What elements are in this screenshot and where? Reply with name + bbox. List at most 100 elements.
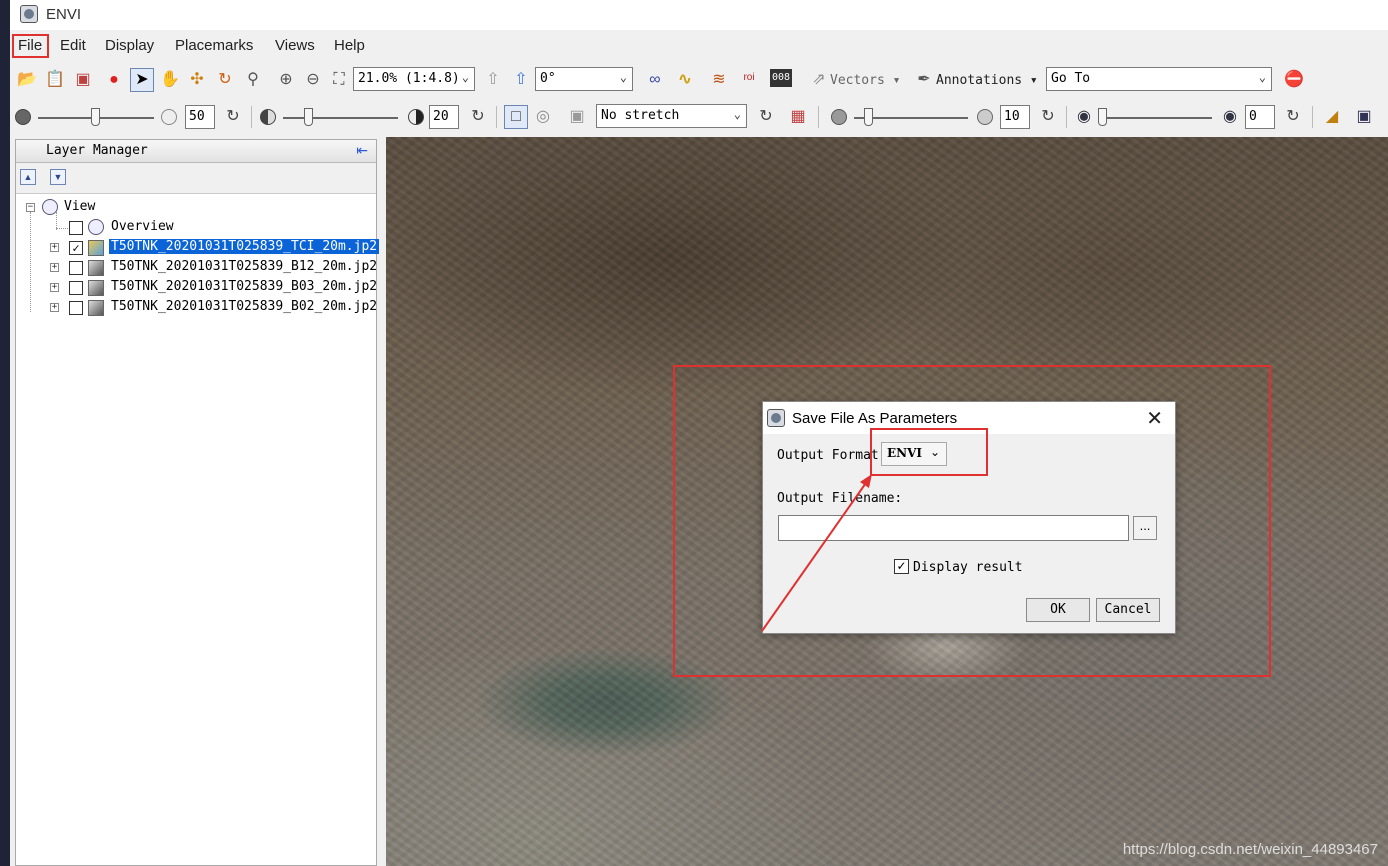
sharpen-input[interactable]: 10 — [1000, 105, 1030, 129]
pixel-counter-icon[interactable]: 008 — [770, 69, 792, 87]
zoom-icon[interactable]: ⚲ — [242, 69, 264, 91]
watermark-text: https://blog.csdn.net/weixin_44893467 — [1122, 841, 1378, 858]
transparency-slider[interactable] — [1098, 108, 1107, 126]
zoom-full-icon[interactable]: ⛶ — [328, 69, 350, 91]
layer-tree: − View Overview + ✓ T50TNK_20201031T0258… — [16, 194, 380, 864]
spectral-profile-icon[interactable]: ∿ — [674, 69, 696, 91]
annotations-icon[interactable]: ✒ — [913, 69, 935, 91]
stretch-reset-icon[interactable]: ↻ — [755, 106, 777, 128]
menu-bar: File Edit Display Placemarks Views Help — [10, 33, 1388, 59]
ok-button[interactable]: OK — [1026, 598, 1090, 622]
vector-create-icon[interactable]: ∞ — [644, 69, 666, 91]
annotations-menu[interactable]: Annotations ▾ — [936, 73, 1038, 88]
browse-button[interactable]: ... — [1133, 516, 1157, 540]
layer-checkbox[interactable] — [69, 281, 83, 295]
zoom-in-icon[interactable]: ⊕ — [275, 69, 297, 91]
separator — [1312, 106, 1313, 128]
layer-manager-header: Layer Manager ⇤ — [16, 140, 376, 163]
chart-icon[interactable]: ≋ — [708, 69, 730, 91]
layer-checkbox[interactable]: ✓ — [69, 241, 83, 255]
expand-icon[interactable]: + — [50, 243, 59, 252]
chevron-down-icon: ⌄ — [619, 70, 627, 84]
menu-help[interactable]: Help — [334, 37, 365, 54]
select-arrow-icon[interactable]: ➤ — [130, 68, 154, 92]
menu-display[interactable]: Display — [105, 37, 154, 54]
rgb-layer-icon — [88, 240, 104, 256]
collapse-icon[interactable]: − — [26, 203, 35, 212]
stretch-lock-icon[interactable]: ▣ — [566, 106, 588, 128]
layer-manager-buttons: ▲ ▼ — [16, 163, 376, 194]
display-toolbar: 50 ↻ 20 ↻ □ ◎ ▣ No stretch ⌄ ↻ ▦ 10 ↻ ◉ … — [10, 101, 1388, 133]
sharpen-slider[interactable] — [864, 108, 873, 126]
vectors-icon[interactable]: ⇗ — [808, 69, 830, 91]
separator — [818, 106, 819, 128]
layer-row[interactable]: + T50TNK_20201031T025839_B03_20m.jp2 — [16, 278, 377, 298]
menu-edit[interactable]: Edit — [60, 37, 86, 54]
roi-icon[interactable]: roi — [738, 67, 760, 89]
image-view-icon[interactable]: ▣ — [1353, 106, 1375, 128]
contrast-slider[interactable] — [304, 108, 313, 126]
envi-logo-icon — [767, 409, 785, 427]
clipboard-icon[interactable]: 📋 — [44, 69, 66, 91]
envi-window: ENVI File Edit Display Placemarks Views … — [10, 0, 1388, 866]
brightness-slider[interactable] — [91, 108, 100, 126]
stretch-value: No stretch — [601, 108, 680, 123]
layer-name: T50TNK_20201031T025839_B12_20m.jp2 — [111, 259, 378, 274]
cancel-button[interactable]: Cancel — [1096, 598, 1160, 622]
move-layer-down-button[interactable]: ▼ — [50, 169, 66, 185]
stretch-select[interactable]: No stretch ⌄ — [596, 104, 747, 128]
goto-value: Go To — [1051, 71, 1091, 86]
stretch-view-icon[interactable]: ◎ — [532, 106, 554, 128]
output-filename-input[interactable] — [778, 515, 1129, 541]
contrast-input[interactable]: 20 — [429, 105, 459, 129]
stop-icon[interactable]: ⛔ — [1283, 69, 1305, 91]
color-table-icon[interactable]: ▦ — [787, 106, 809, 128]
layer-row[interactable]: + ✓ T50TNK_20201031T025839_TCI_20m.jp2 — [16, 238, 380, 258]
pan-hand-icon[interactable]: ✋ — [159, 69, 181, 91]
sharpen-reset-icon[interactable]: ↻ — [1037, 106, 1059, 128]
rotate-right-icon[interactable]: ⇧ — [510, 69, 532, 91]
goto-select[interactable]: Go To ⌄ — [1046, 67, 1272, 91]
layer-name: T50TNK_20201031T025839_TCI_20m.jp2 — [109, 239, 380, 254]
move-layer-up-button[interactable]: ▲ — [20, 169, 36, 185]
sharpen-high-icon — [977, 109, 993, 125]
pin-panel-icon[interactable]: ⇤ — [356, 142, 368, 159]
menu-views[interactable]: Views — [275, 37, 315, 54]
expand-icon[interactable]: + — [50, 283, 59, 292]
zoom-level-select[interactable]: 21.0% (1:4.8) ⌄ — [353, 67, 475, 91]
layer-checkbox[interactable] — [69, 301, 83, 315]
layer-row[interactable]: + T50TNK_20201031T025839_B02_20m.jp2 — [16, 298, 377, 318]
tree-row-overview[interactable]: Overview — [16, 218, 376, 238]
menu-placemarks[interactable]: Placemarks — [175, 37, 253, 54]
tree-root-view[interactable]: − View — [16, 198, 376, 218]
rotate-left-icon[interactable]: ⇧ — [482, 69, 504, 91]
rotation-select[interactable]: 0° ⌄ — [535, 67, 633, 91]
brightness-dark-icon — [15, 109, 31, 125]
transparency-input[interactable]: 0 — [1245, 105, 1275, 129]
layer-checkbox[interactable] — [69, 261, 83, 275]
expand-icon[interactable]: + — [50, 303, 59, 312]
chevron-down-icon: ⌄ — [1258, 70, 1266, 84]
chevron-down-icon: ⌄ — [461, 70, 469, 84]
tree-line — [56, 228, 68, 229]
zoom-level-value: 21.0% (1:4.8) — [358, 71, 460, 86]
brightness-reset-icon[interactable]: ↻ — [222, 106, 244, 128]
overview-checkbox[interactable] — [69, 221, 83, 235]
open-folder-icon[interactable]: 📂 — [16, 69, 38, 91]
zoom-out-icon[interactable]: ⊖ — [302, 69, 324, 91]
transparency-reset-icon[interactable]: ↻ — [1282, 106, 1304, 128]
fly-icon[interactable]: ✣ — [186, 69, 208, 91]
vectors-menu[interactable]: Vectors ▾ — [830, 73, 900, 88]
rotate-icon[interactable]: ↻ — [214, 69, 236, 91]
contrast-reset-icon[interactable]: ↻ — [467, 106, 489, 128]
transparency-low-icon: ◉ — [1077, 108, 1091, 125]
layer-row[interactable]: + T50TNK_20201031T025839_B12_20m.jp2 — [16, 258, 378, 278]
close-icon[interactable]: ✕ — [1146, 406, 1163, 431]
crop-icon[interactable]: ▣ — [72, 69, 94, 91]
expand-icon[interactable]: + — [50, 263, 59, 272]
measure-icon[interactable]: ◢ — [1321, 106, 1343, 128]
placemark-pin-icon[interactable]: ● — [103, 69, 125, 91]
display-result-checkbox[interactable]: ✓ — [894, 559, 909, 574]
brightness-input[interactable]: 50 — [185, 105, 215, 129]
stretch-full-icon[interactable]: □ — [504, 105, 528, 129]
